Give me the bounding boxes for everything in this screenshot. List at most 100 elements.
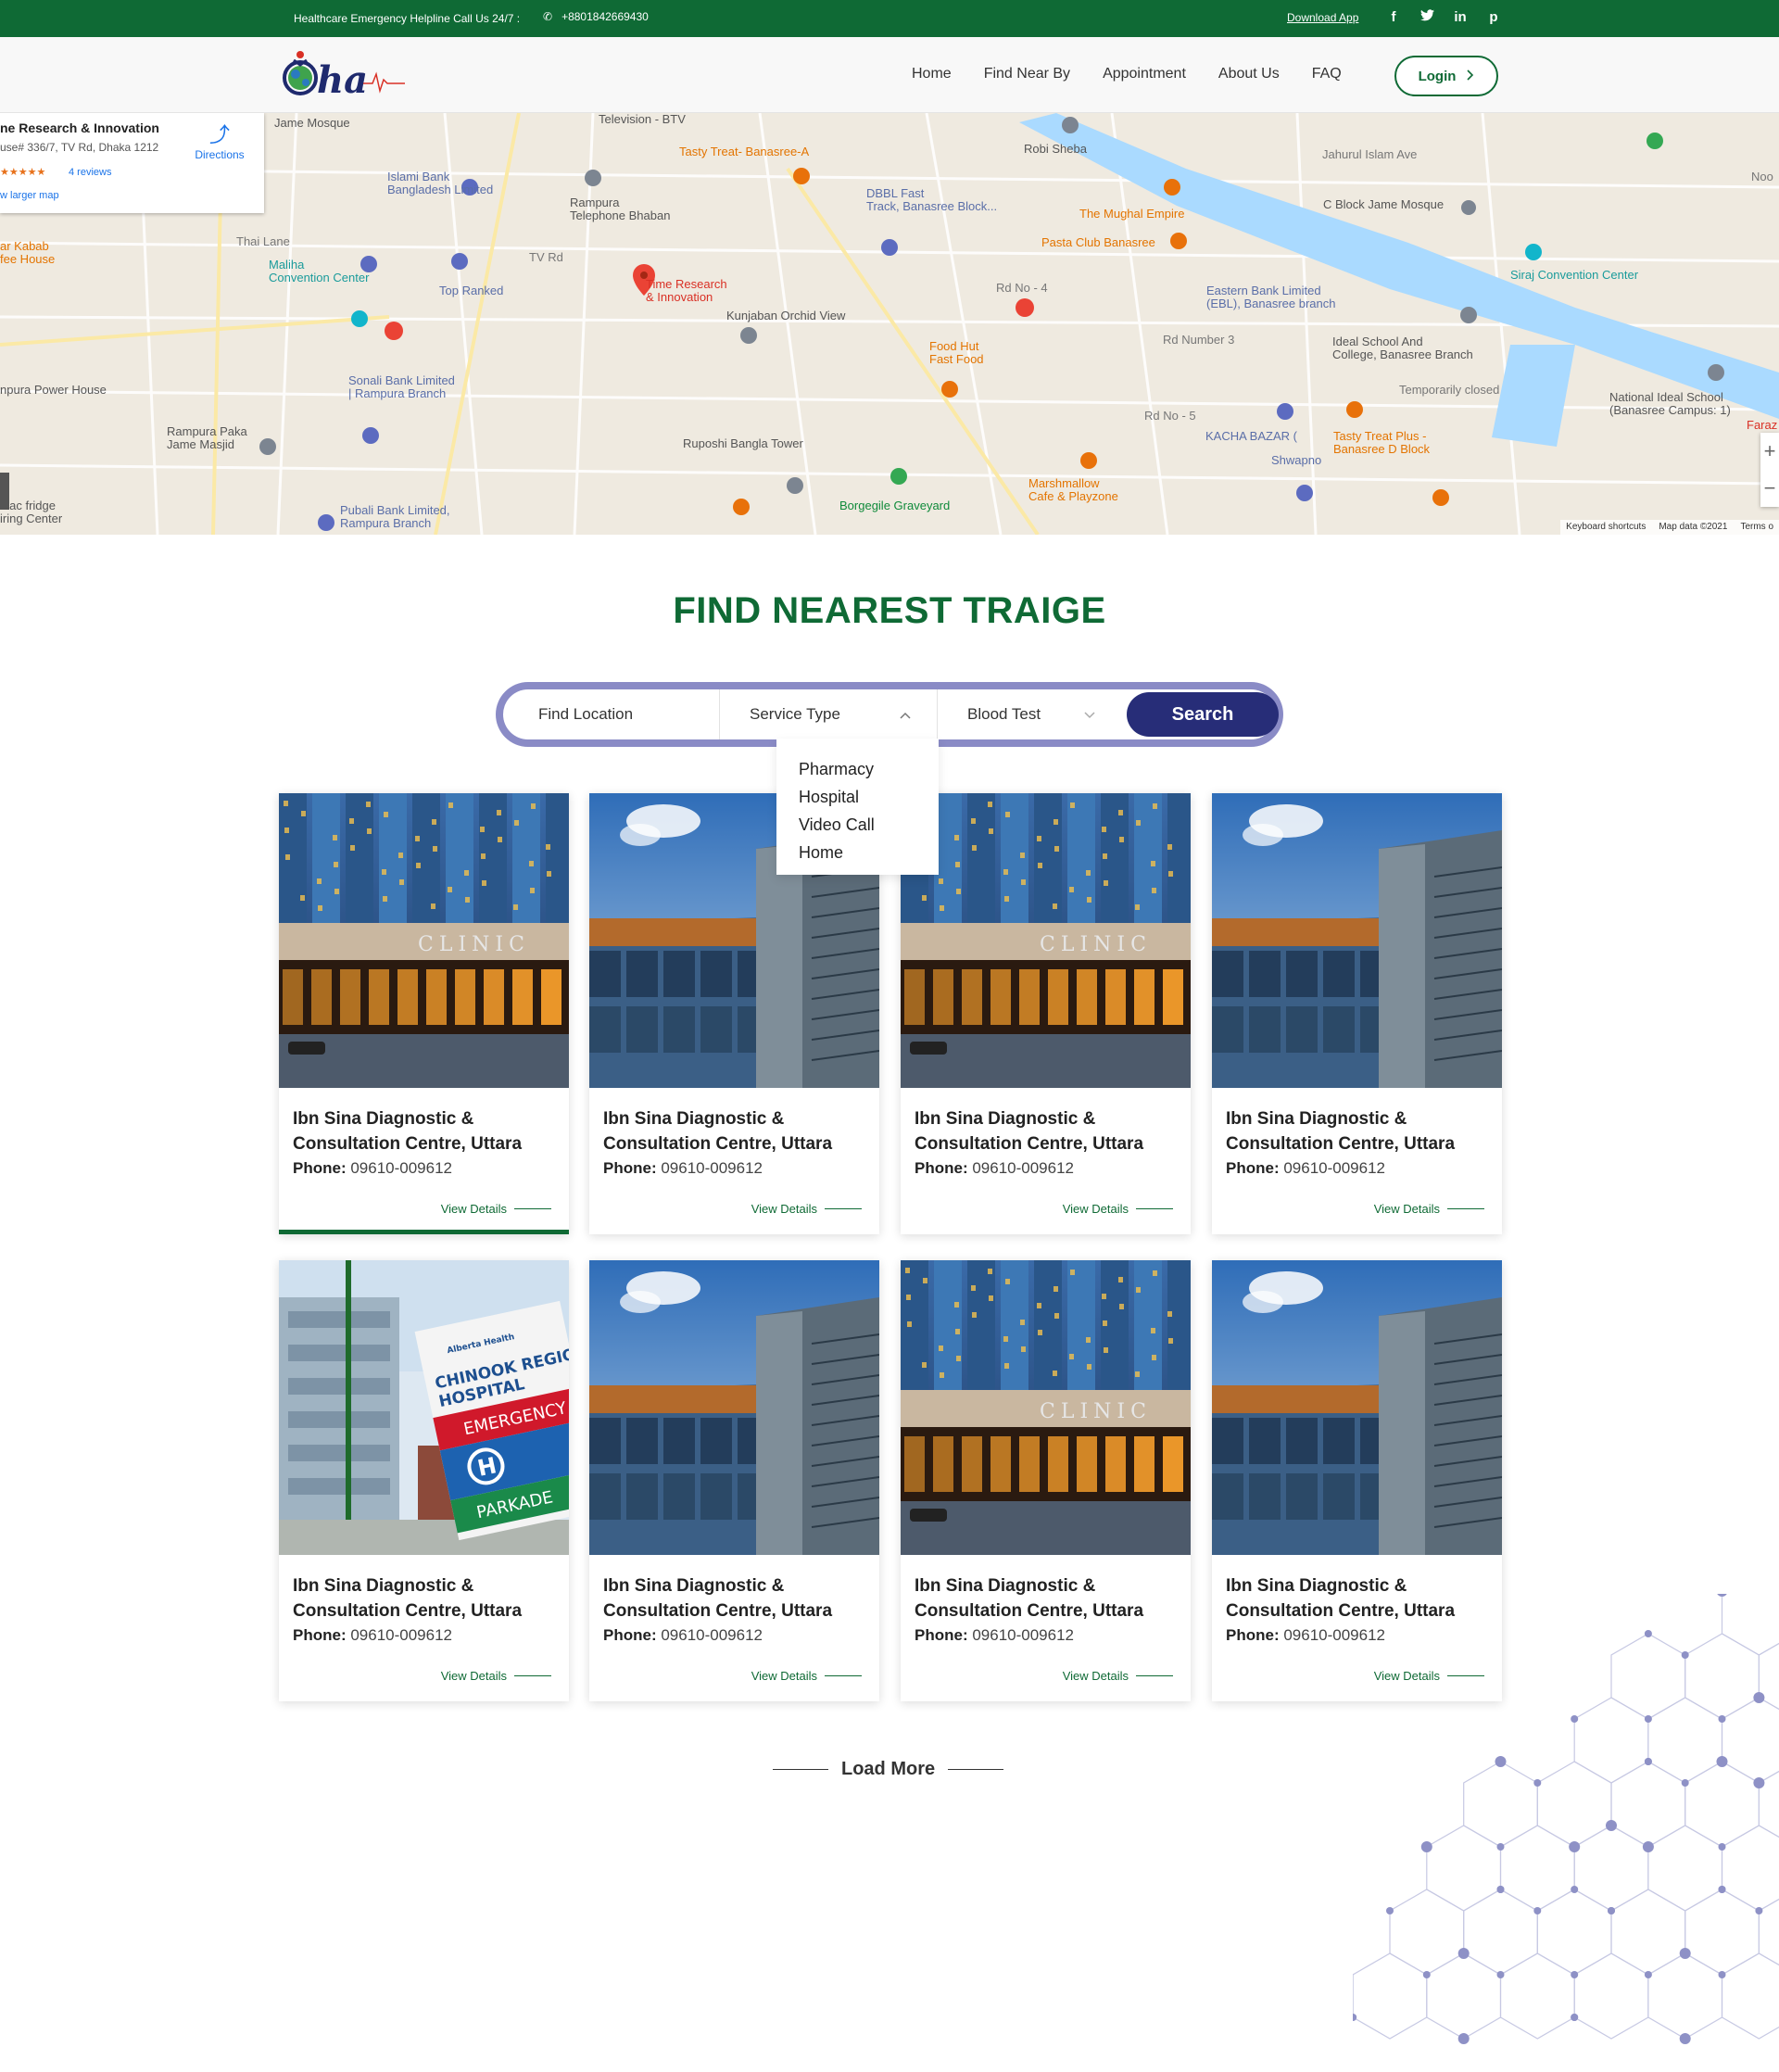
option-video-call[interactable]: Video Call bbox=[799, 811, 939, 839]
facility-card[interactable]: Ibn Sina Diagnostic & Consultation Centr… bbox=[589, 1260, 879, 1701]
facility-card[interactable]: Ibn Sina Diagnostic & Consultation Centr… bbox=[1212, 793, 1502, 1234]
nav-faq[interactable]: FAQ bbox=[1312, 66, 1342, 82]
map-place-label[interactable]: Thai Lane bbox=[236, 234, 290, 248]
map-place-label[interactable]: Ruposhi Bangla Tower bbox=[683, 436, 803, 450]
map-place-label[interactable]: Rd No - 4 bbox=[996, 281, 1048, 295]
twitter-icon[interactable] bbox=[1419, 9, 1434, 25]
map-place-label[interactable]: Rd Number 3 bbox=[1163, 333, 1234, 347]
facility-name[interactable]: Ibn Sina Diagnostic & Consultation Centr… bbox=[293, 1573, 561, 1623]
facility-name[interactable]: Ibn Sina Diagnostic & Consultation Centr… bbox=[1226, 1106, 1495, 1156]
map-place-label[interactable]: Borgegile Graveyard bbox=[839, 499, 950, 512]
map-place-label[interactable]: Television - BTV bbox=[599, 113, 686, 126]
map-place-label[interactable]: The Mughal Empire bbox=[1079, 207, 1184, 221]
facility-image[interactable]: Alberta Health CHINOOK REGIONAL HOSPITAL… bbox=[279, 1260, 569, 1555]
linkedin-icon[interactable]: in bbox=[1453, 9, 1468, 25]
map-place-label[interactable]: Rampura Telephone Bhaban bbox=[570, 196, 670, 223]
map-place-label[interactable]: s ac fridge iring Center bbox=[0, 499, 62, 526]
map-place-label[interactable]: ar Kabab fee House bbox=[0, 239, 55, 267]
facility-card[interactable]: CLINIC Ibn Sina Diagnostic & Consultatio… bbox=[279, 793, 569, 1234]
map-place-label[interactable]: DBBL Fast Track, Banasree Block... bbox=[866, 186, 997, 214]
facility-card[interactable]: Alberta Health CHINOOK REGIONAL HOSPITAL… bbox=[279, 1260, 569, 1701]
pinterest-icon[interactable]: p bbox=[1486, 9, 1501, 25]
facility-name[interactable]: Ibn Sina Diagnostic & Consultation Centr… bbox=[603, 1106, 872, 1156]
zoom-out-button[interactable]: − bbox=[1760, 470, 1779, 507]
nav-about-us[interactable]: About Us bbox=[1218, 66, 1280, 82]
map-place-label[interactable]: Shwapno bbox=[1271, 453, 1321, 467]
map-place-label[interactable]: Faraz bbox=[1747, 418, 1777, 432]
find-location-input[interactable]: Find Location bbox=[503, 689, 720, 739]
view-details-link[interactable]: View Details bbox=[441, 1202, 551, 1216]
map-place-label[interactable]: Tasty Treat Plus - Banasree D Block bbox=[1333, 429, 1430, 457]
map-place-label[interactable]: Robi Sheba bbox=[1024, 142, 1087, 156]
map-place-label[interactable]: C Block Jame Mosque bbox=[1323, 197, 1444, 211]
map-place-label[interactable]: Siraj Convention Center bbox=[1510, 268, 1638, 282]
site-logo[interactable]: ha bbox=[280, 46, 410, 102]
facility-name[interactable]: Ibn Sina Diagnostic & Consultation Centr… bbox=[603, 1573, 872, 1623]
helpline-phone[interactable]: ✆ +8801842669430 bbox=[543, 10, 649, 23]
map-place-label[interactable]: Temporarily closed bbox=[1399, 383, 1499, 397]
facility-image[interactable]: CLINIC bbox=[901, 793, 1191, 1088]
map-place-label[interactable]: KACHA BAZAR ( bbox=[1205, 429, 1297, 443]
map-place-label[interactable]: Eastern Bank Limited (EBL), Banasree bra… bbox=[1206, 284, 1335, 311]
facebook-icon[interactable]: f bbox=[1386, 9, 1401, 25]
facility-image[interactable]: CLINIC bbox=[901, 1260, 1191, 1555]
facility-image[interactable]: CLINIC bbox=[279, 793, 569, 1088]
map-expand-handle[interactable] bbox=[0, 473, 9, 510]
keyboard-shortcuts-link[interactable]: Keyboard shortcuts bbox=[1566, 522, 1646, 533]
nav-find-near-by[interactable]: Find Near By bbox=[984, 66, 1070, 82]
map-place-label[interactable]: npura Power House bbox=[0, 383, 107, 397]
view-details-link[interactable]: View Details bbox=[1063, 1669, 1173, 1683]
map-place-label[interactable]: National Ideal School (Banasree Campus: … bbox=[1609, 390, 1731, 418]
view-details-link[interactable]: View Details bbox=[441, 1669, 551, 1683]
login-button[interactable]: Login bbox=[1394, 56, 1498, 96]
map-place-label[interactable]: Maliha Convention Center bbox=[269, 258, 369, 285]
map-place-label[interactable]: TV Rd bbox=[529, 250, 563, 264]
facility-image[interactable] bbox=[1212, 1260, 1502, 1555]
map-place-label[interactable]: Food Hut Fast Food bbox=[929, 339, 984, 367]
nav-appointment[interactable]: Appointment bbox=[1103, 66, 1186, 82]
facility-name[interactable]: Ibn Sina Diagnostic & Consultation Centr… bbox=[915, 1106, 1183, 1156]
option-home[interactable]: Home bbox=[799, 839, 939, 866]
map-place-label[interactable]: Time Research & Innovation bbox=[646, 277, 727, 305]
map-embed[interactable]: Time Research & Innovation Islami Bank Ba… bbox=[0, 113, 1779, 535]
download-app-link[interactable]: Download App bbox=[1287, 11, 1358, 24]
map-place-label[interactable]: Kunjaban Orchid View bbox=[726, 309, 845, 322]
map-place-label[interactable]: Sonali Bank Limited | Rampura Branch bbox=[348, 373, 455, 401]
directions-button[interactable]: ⤴ Directions bbox=[189, 119, 250, 161]
blood-test-select[interactable]: Blood Test bbox=[938, 689, 1121, 739]
reviews-link[interactable]: 4 reviews bbox=[69, 167, 111, 178]
facility-name[interactable]: Ibn Sina Diagnostic & Consultation Centr… bbox=[293, 1106, 561, 1156]
option-pharmacy[interactable]: Pharmacy bbox=[799, 755, 939, 783]
map-place-label[interactable]: Pasta Club Banasree bbox=[1041, 235, 1155, 249]
map-place-label[interactable]: Ideal School And College, Banasree Branc… bbox=[1332, 335, 1473, 362]
terms-link[interactable]: Terms o bbox=[1740, 522, 1773, 533]
service-type-select[interactable]: Service Type bbox=[720, 689, 938, 739]
view-larger-map-link[interactable]: w larger map bbox=[0, 190, 59, 201]
view-details-link[interactable]: View Details bbox=[751, 1669, 862, 1683]
facility-image[interactable] bbox=[1212, 793, 1502, 1088]
load-more-button[interactable]: Load More bbox=[773, 1759, 1004, 1780]
map-place-label[interactable]: Tasty Treat- Banasree-A bbox=[679, 145, 809, 158]
view-details-link[interactable]: View Details bbox=[751, 1202, 862, 1216]
map-place-label[interactable]: Islami Bank Bangladesh Limited bbox=[387, 170, 493, 197]
zoom-in-button[interactable]: + bbox=[1760, 433, 1779, 470]
map-place-label[interactable]: Jahurul Islam Ave bbox=[1322, 147, 1417, 161]
map-place-label[interactable]: Noo bbox=[1751, 170, 1773, 183]
facility-name[interactable]: Ibn Sina Diagnostic & Consultation Centr… bbox=[915, 1573, 1183, 1623]
map-place-label[interactable]: Jame Mosque bbox=[274, 116, 350, 130]
blood-test-label: Blood Test bbox=[967, 705, 1041, 723]
search-button[interactable]: Search bbox=[1127, 692, 1279, 737]
view-details-link[interactable]: View Details bbox=[1374, 1202, 1484, 1216]
map-place-label[interactable]: Pubali Bank Limited, Rampura Branch bbox=[340, 503, 450, 531]
map-place-label[interactable]: Rampura Paka Jame Masjid bbox=[167, 424, 247, 452]
facility-card[interactable]: CLINIC Ibn Sina Diagnostic & Consultatio… bbox=[901, 793, 1191, 1234]
facility-card[interactable]: CLINIC Ibn Sina Diagnostic & Consultatio… bbox=[901, 1260, 1191, 1701]
map-place-label[interactable]: Rd No - 5 bbox=[1144, 409, 1196, 423]
facility-image[interactable] bbox=[589, 1260, 879, 1555]
option-hospital[interactable]: Hospital bbox=[799, 783, 939, 811]
view-details-link[interactable]: View Details bbox=[1063, 1202, 1173, 1216]
svg-text:CLINIC: CLINIC bbox=[418, 933, 530, 956]
nav-home[interactable]: Home bbox=[912, 66, 952, 82]
map-place-label[interactable]: Top Ranked bbox=[439, 284, 503, 297]
map-place-label[interactable]: Marshmallow Cafe & Playzone bbox=[1028, 476, 1118, 504]
